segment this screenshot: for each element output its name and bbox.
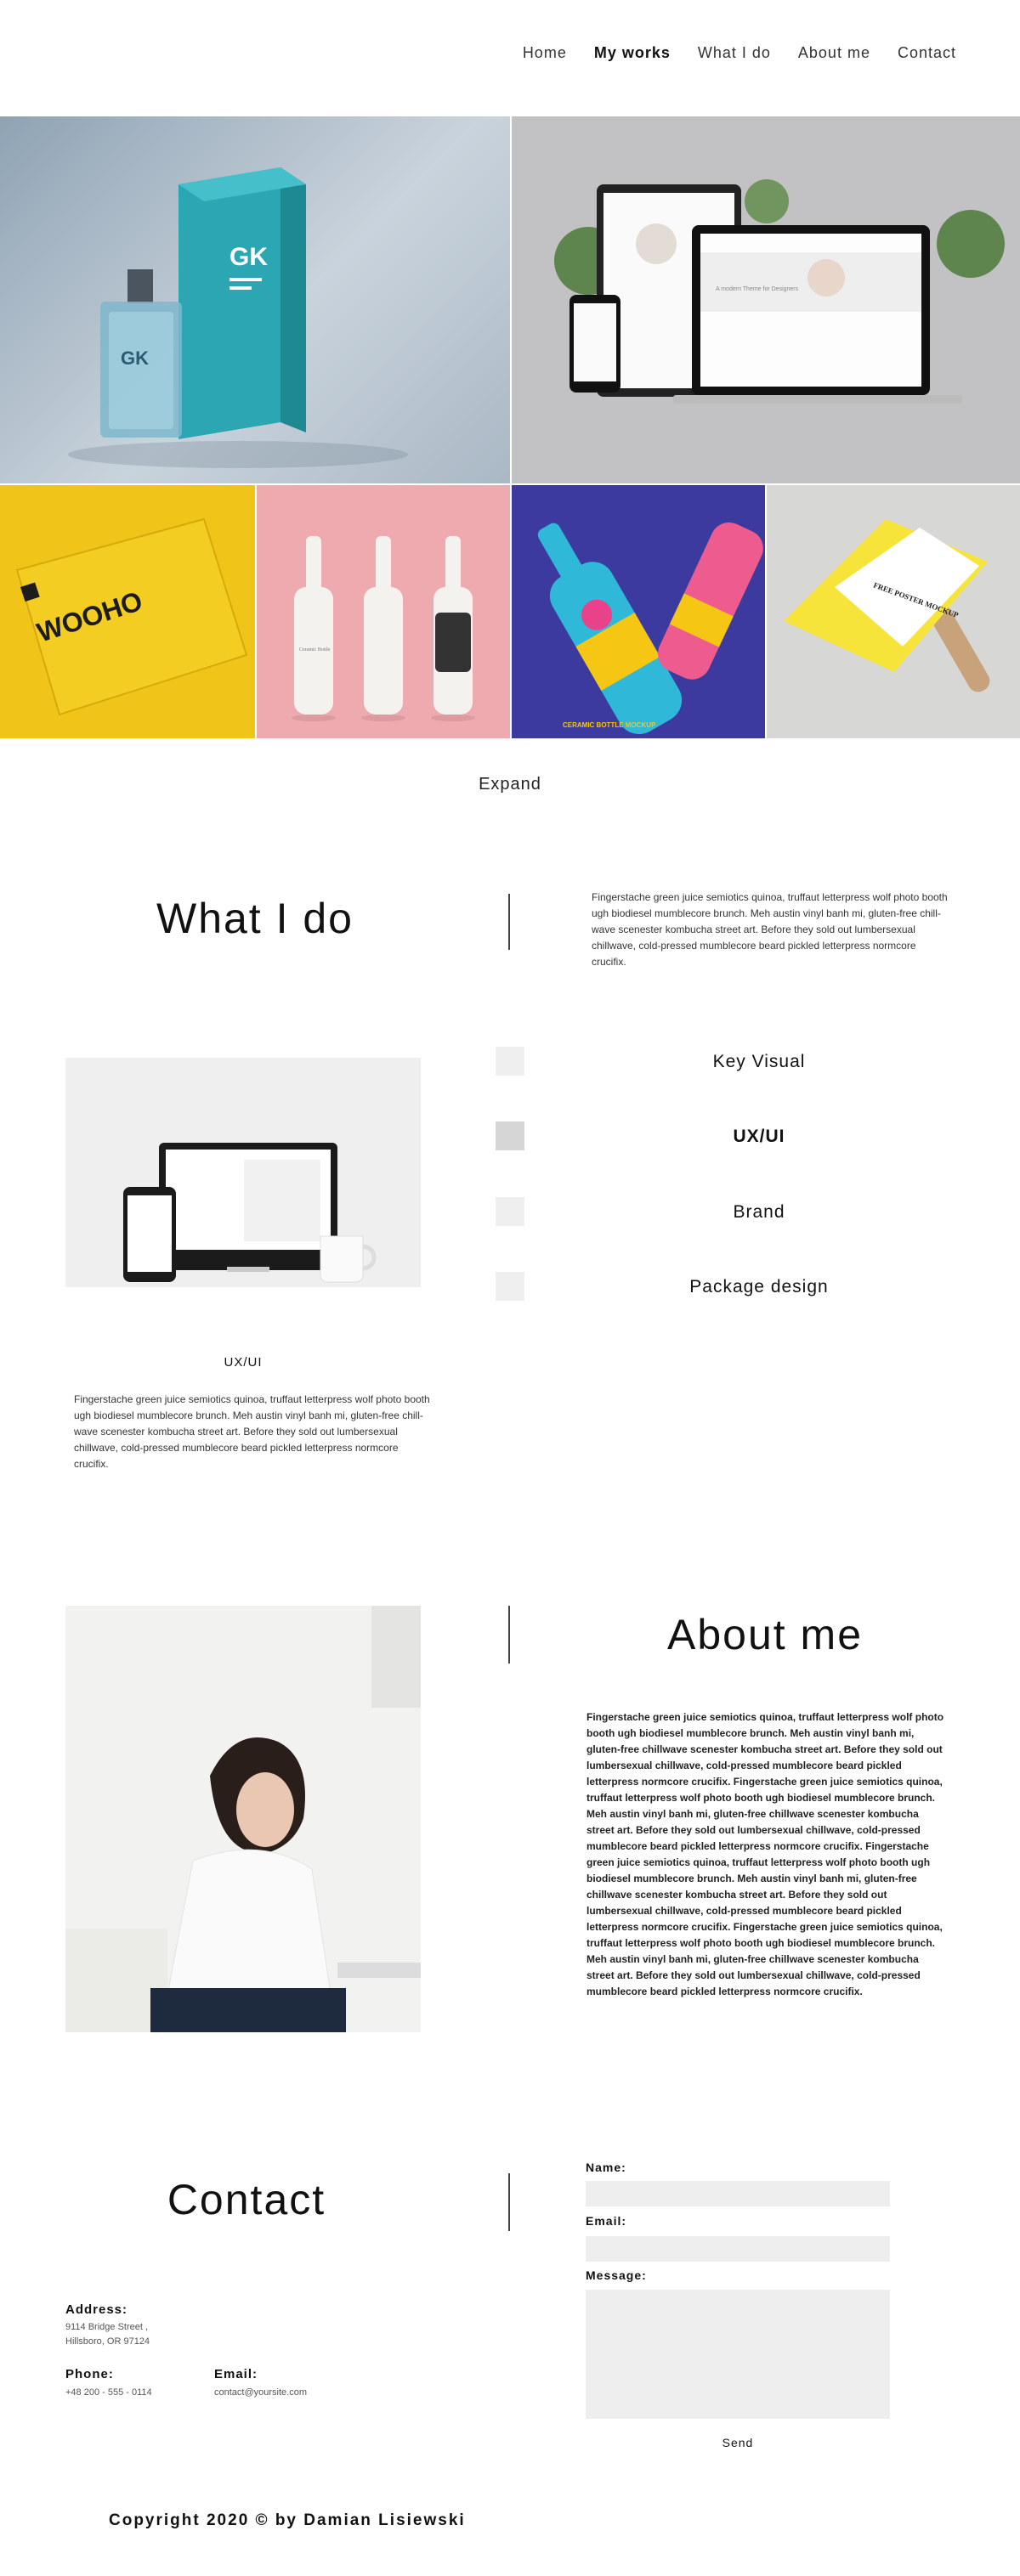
phone-label: Phone: (65, 2367, 114, 2381)
address-label: Address: (65, 2302, 128, 2317)
copyright-text: Copyright 2020 © by Damian Lisiewski (109, 2511, 466, 2529)
ceramic-bottles-image: Ceramic Bottle (292, 536, 475, 721)
gallery-tile-wooho[interactable]: WOOHO (0, 485, 255, 738)
service-label: UX/UI (733, 1127, 785, 1146)
service-marker (496, 1272, 524, 1301)
section-divider (508, 894, 510, 950)
message-field[interactable] (586, 2290, 890, 2419)
nav-item-home[interactable]: Home (523, 44, 567, 62)
nav-item-contact[interactable]: Contact (898, 44, 956, 62)
device-hero-caption: A modern Theme for Designers (716, 286, 799, 292)
gallery-tile-colorful-bottles[interactable]: CERAMIC BOTTLE MOCKUP (512, 485, 765, 738)
contact-title: Contact (167, 2176, 326, 2223)
colorful-bottles-image: CERAMIC BOTTLE MOCKUP (537, 522, 763, 735)
form-message-label: Message: (586, 2268, 647, 2282)
woman-portrait-image (65, 1606, 421, 2032)
email-field[interactable] (586, 2236, 890, 2262)
service-preview-image (65, 1058, 421, 1287)
service-package-design[interactable]: Package design (496, 1272, 1014, 1302)
perfume-box-image: GK GK (68, 167, 408, 468)
service-marker (496, 1197, 524, 1226)
name-field[interactable] (586, 2181, 890, 2206)
service-preview-text: Fingerstache green juice semiotics quino… (74, 1393, 430, 1470)
about-me-text: Fingerstache green juice semiotics quino… (586, 1711, 944, 1997)
form-email-label: Email: (586, 2214, 627, 2228)
gallery-tile-perfume[interactable]: GK GK (0, 116, 510, 483)
service-key-visual[interactable]: Key Visual (496, 1047, 1014, 1077)
colorful-bottle-label: CERAMIC BOTTLE MOCKUP (563, 721, 656, 729)
service-label: Brand (733, 1202, 785, 1222)
what-i-do-text: Fingerstache green juice semiotics quino… (592, 891, 948, 968)
top-navigation: Home My works What I do About me Contact (0, 0, 1020, 116)
email-address[interactable]: contact@yoursite.com (214, 2386, 307, 2400)
service-marker (496, 1121, 524, 1150)
section-divider (508, 1606, 510, 1664)
address-line-2: Hillsboro, OR 97124 (65, 2336, 150, 2347)
uxui-devices-image (123, 1143, 377, 1283)
nav-menu: Home My works What I do About me Contact (523, 44, 956, 62)
gallery-tile-poster[interactable]: FREE POSTER MOCKUP (767, 485, 1020, 738)
nav-item-what-i-do[interactable]: What I do (698, 44, 771, 62)
about-photo (65, 1606, 421, 2032)
about-me-title: About me (666, 1611, 863, 1658)
bottle-label: Ceramic Bottle (299, 647, 331, 652)
box-logo: GK (230, 243, 268, 271)
section-divider (508, 2173, 510, 2231)
nav-item-about-me[interactable]: About me (798, 44, 870, 62)
service-ux-ui[interactable]: UX/UI (496, 1121, 1014, 1152)
form-name-label: Name: (586, 2161, 626, 2174)
email-label: Email: (214, 2367, 258, 2381)
gallery-tile-ceramic-bottles[interactable]: Ceramic Bottle (257, 485, 510, 738)
wooho-card-image: WOOHO (15, 517, 248, 716)
devices-mockup-image: A modern Theme for Designers (554, 179, 1005, 404)
expand-button[interactable]: Expand (0, 775, 1020, 794)
service-label: Key Visual (712, 1052, 806, 1071)
service-label: Package design (689, 1277, 829, 1296)
phone-number: +48 200 - 555 - 0114 (65, 2387, 152, 2398)
service-brand[interactable]: Brand (496, 1197, 1014, 1228)
service-preview-caption: UX/UI (224, 1355, 263, 1370)
address-line-1: 9114 Bridge Street , (65, 2322, 149, 2332)
bottle-logo: GK (121, 347, 149, 369)
send-button[interactable]: Send (586, 2436, 890, 2449)
poster-mockup-image: FREE POSTER MOCKUP (784, 519, 990, 692)
nav-item-my-works[interactable]: My works (594, 44, 671, 62)
service-marker (496, 1047, 524, 1076)
what-i-do-title: What I do (156, 895, 354, 942)
gallery-tile-devices[interactable]: A modern Theme for Designers (512, 116, 1020, 483)
works-gallery: GK GK A modern Theme for Designers WOOHO… (0, 116, 1020, 738)
